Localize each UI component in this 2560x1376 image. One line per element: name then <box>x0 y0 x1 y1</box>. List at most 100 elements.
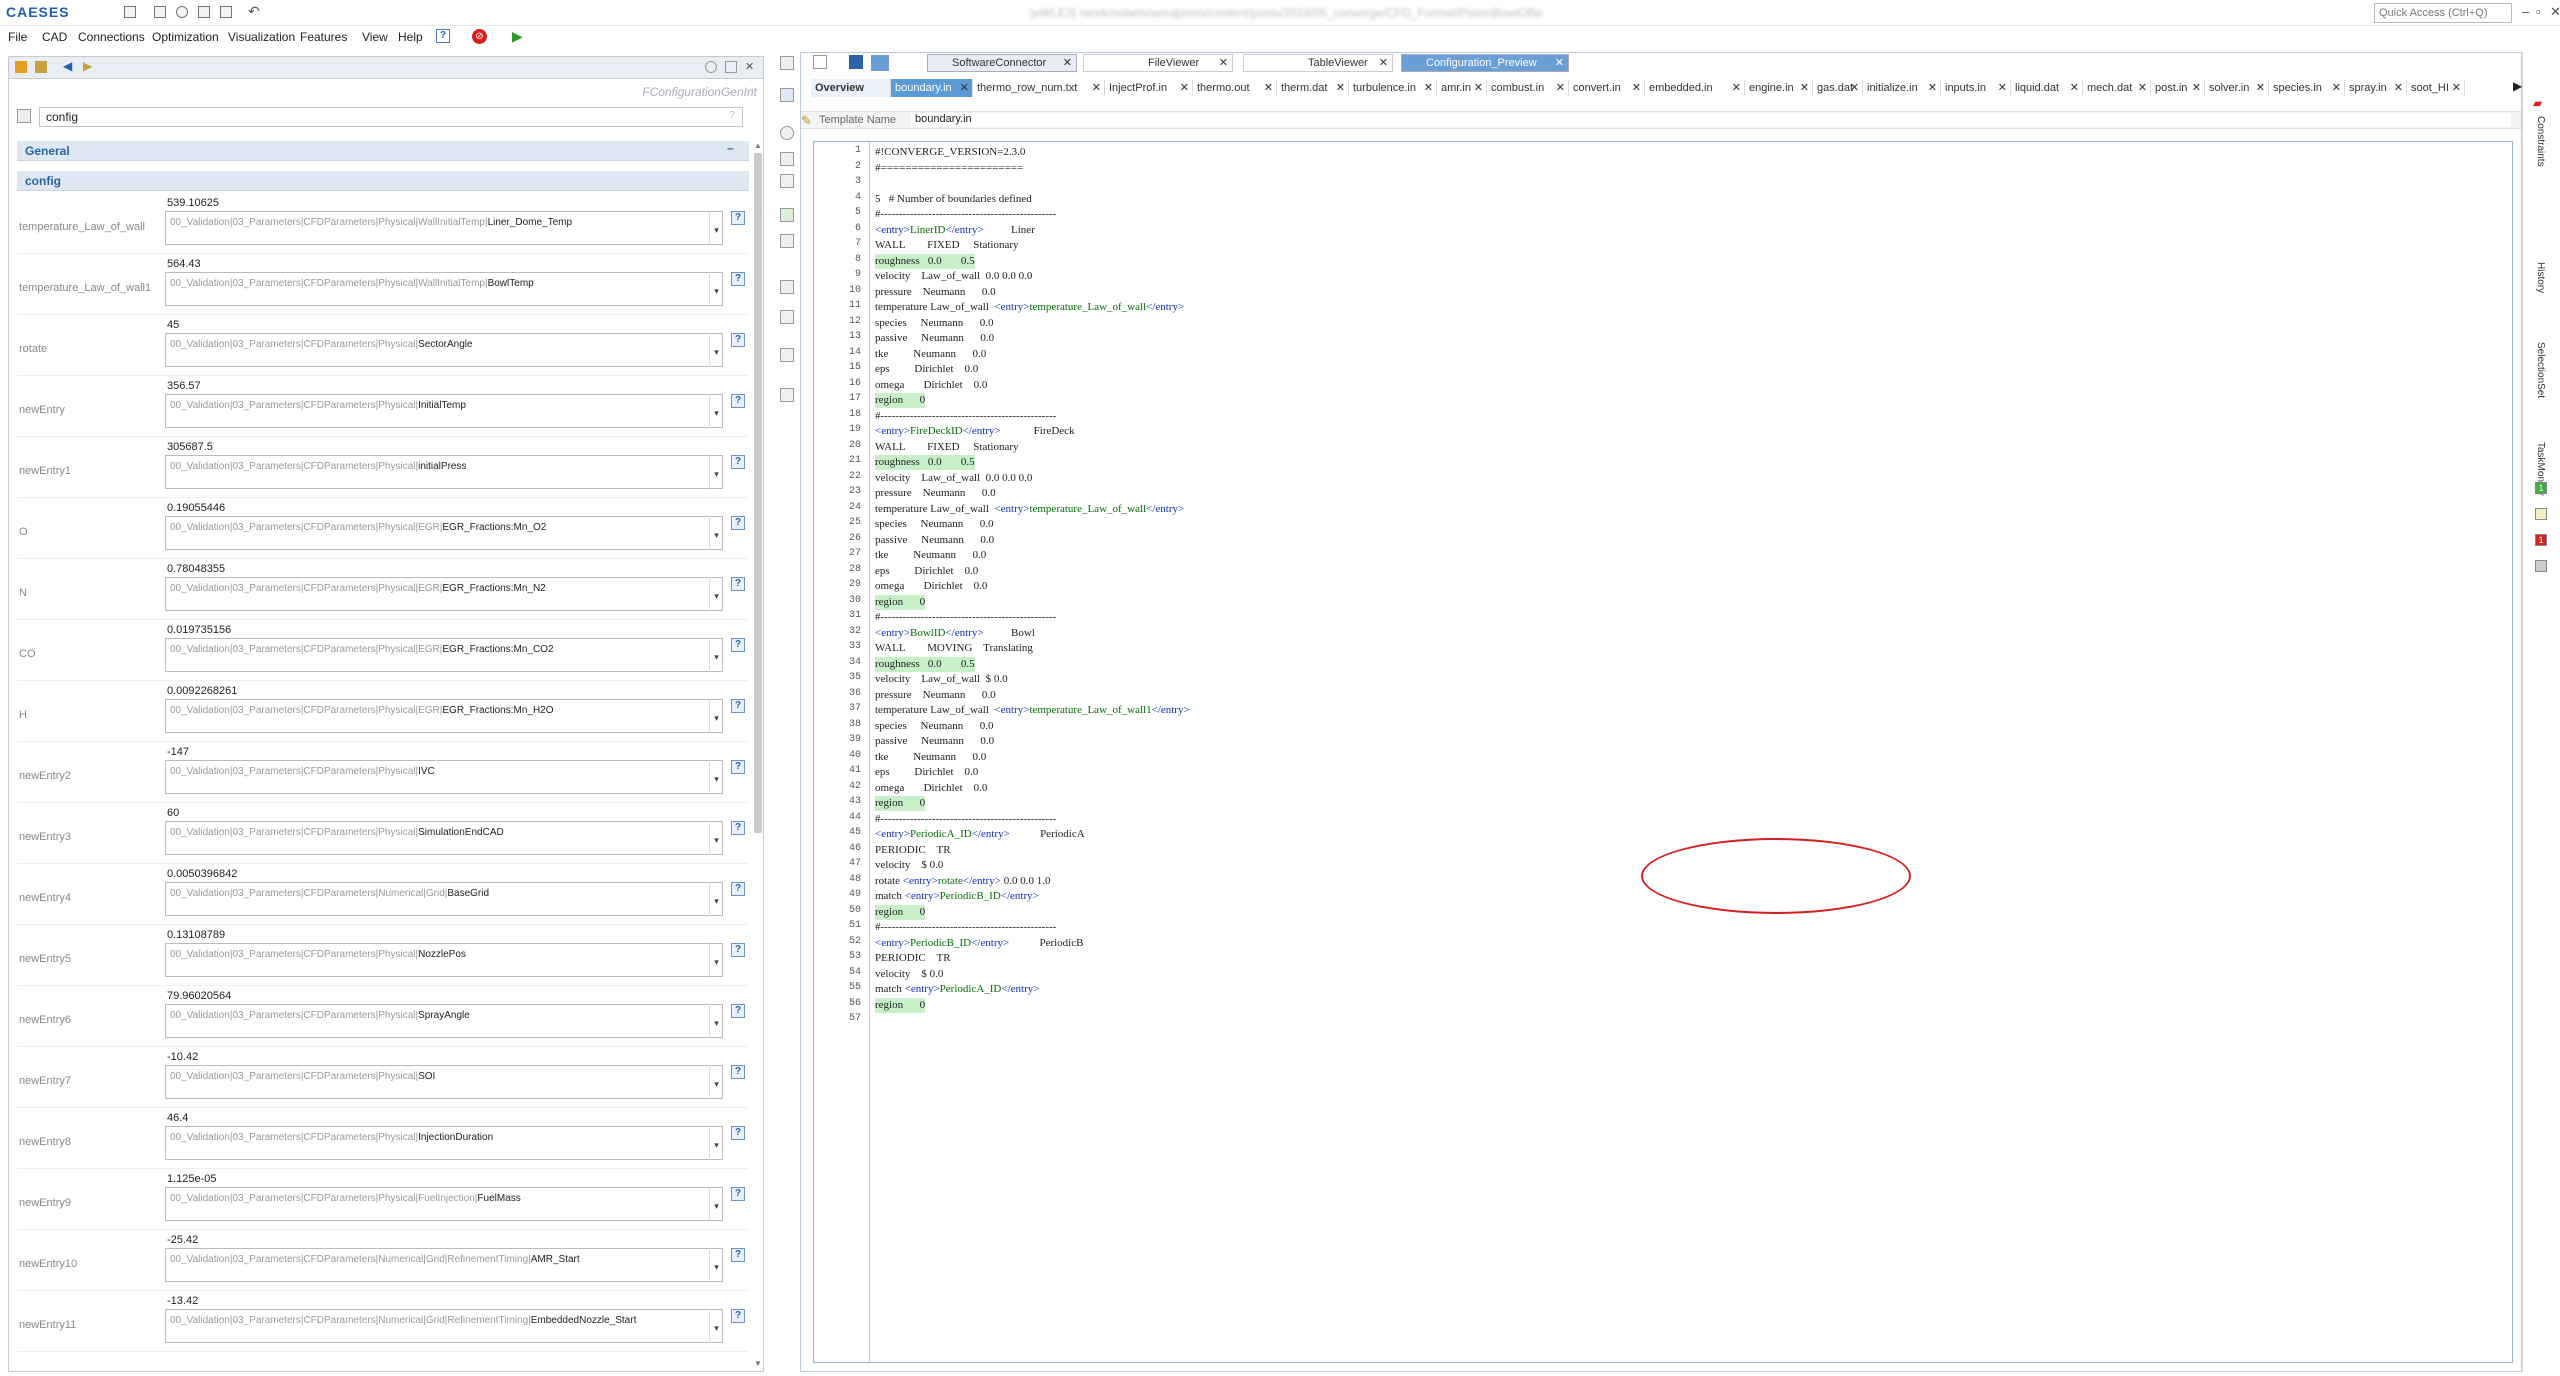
collapse-icon[interactable]: – <box>727 141 734 155</box>
minimize-icon[interactable]: – <box>2522 4 2529 19</box>
close-tab-icon[interactable]: ✕ <box>2070 79 2079 97</box>
run-icon[interactable]: ▶ <box>512 28 523 45</box>
parameter-expression-field[interactable]: 00_Validation|03_Parameters|CFDParameter… <box>165 943 723 977</box>
doc-tab[interactable]: solver.in ✕ <box>2205 79 2269 97</box>
forward-icon[interactable]: ▶ <box>83 59 92 73</box>
side-tab-constraints[interactable]: Constraints <box>2535 116 2546 167</box>
close-tab-icon[interactable]: ✕ <box>1180 79 1189 97</box>
parameter-expression-field[interactable]: 00_Validation|03_Parameters|CFDParameter… <box>165 882 723 916</box>
doc-tab[interactable]: boundary.in ✕ <box>891 79 973 97</box>
close-tab-icon[interactable]: ✕ <box>2332 79 2341 97</box>
field-help-icon[interactable]: ? <box>725 110 739 124</box>
section-general[interactable]: General <box>17 141 749 161</box>
chevron-down-icon[interactable]: ▾ <box>709 1248 723 1282</box>
parameter-expression-field[interactable]: 00_Validation|03_Parameters|CFDParameter… <box>165 638 723 672</box>
chevron-down-icon[interactable]: ▾ <box>709 882 723 916</box>
help-icon[interactable]: ? <box>731 1248 745 1262</box>
tabs-scroll-icon[interactable]: ▶ <box>2513 79 2522 93</box>
help-icon[interactable]: ? <box>731 1126 745 1140</box>
parameter-expression-field[interactable]: 00_Validation|03_Parameters|CFDParameter… <box>165 1309 723 1343</box>
doc-tab[interactable]: gas.dat ✕ <box>1813 79 1863 97</box>
status-info-icon[interactable] <box>2535 560 2547 572</box>
close-tab-icon[interactable]: ✕ <box>1732 79 1741 97</box>
close-tab-icon[interactable]: ✕ <box>1998 79 2007 97</box>
chevron-down-icon[interactable]: ▾ <box>709 699 723 733</box>
close-tab-icon[interactable]: ✕ <box>1424 79 1433 97</box>
surface-icon[interactable] <box>780 174 794 188</box>
close-tab-icon[interactable]: ✕ <box>2192 79 2201 97</box>
parameter-expression-field[interactable]: 00_Validation|03_Parameters|CFDParameter… <box>165 1187 723 1221</box>
doc-tab[interactable]: species.in ✕ <box>2269 79 2345 97</box>
doc-tab[interactable]: thermo_row_num.txt ✕ <box>973 79 1105 97</box>
pin-icon[interactable] <box>15 61 27 73</box>
restore-icon[interactable] <box>725 61 737 73</box>
chevron-down-icon[interactable]: ▾ <box>709 760 723 794</box>
status-warning-icon[interactable] <box>2535 508 2547 520</box>
close-tab-icon[interactable]: ✕ <box>2138 79 2147 97</box>
parameter-expression-field[interactable]: 00_Validation|03_Parameters|CFDParameter… <box>165 272 723 306</box>
help-icon[interactable]: ? <box>731 1187 745 1201</box>
chevron-down-icon[interactable]: ▾ <box>709 455 723 489</box>
help-icon[interactable]: ? <box>731 516 745 530</box>
curve-icon[interactable] <box>780 152 794 166</box>
chevron-down-icon[interactable]: ▾ <box>709 211 723 245</box>
parameter-expression-field[interactable]: 00_Validation|03_Parameters|CFDParameter… <box>165 699 723 733</box>
doc-tab[interactable]: soot_HI ✕ <box>2407 79 2465 97</box>
menu-help[interactable]: Help <box>398 30 423 44</box>
parameter-expression-field[interactable]: 00_Validation|03_Parameters|CFDParameter… <box>165 394 723 428</box>
help-icon[interactable]: ? <box>731 1309 745 1323</box>
close-panel-icon[interactable]: ✕ <box>745 60 754 73</box>
help-icon[interactable]: ? <box>731 760 745 774</box>
view-icon-1[interactable] <box>780 56 794 70</box>
doc-tab[interactable]: mech.dat ✕ <box>2083 79 2151 97</box>
help-icon[interactable]: ? <box>731 333 745 347</box>
chevron-down-icon[interactable]: ▾ <box>709 821 723 855</box>
doc-tab[interactable]: spray.in ✕ <box>2345 79 2407 97</box>
help-icon[interactable]: ? <box>731 1065 745 1079</box>
close-tab-icon[interactable]: ✕ <box>1928 79 1937 97</box>
parameter-expression-field[interactable]: 00_Validation|03_Parameters|CFDParameter… <box>165 1004 723 1038</box>
parameter-expression-field[interactable]: 00_Validation|03_Parameters|CFDParameter… <box>165 455 723 489</box>
measure-icon[interactable] <box>780 280 794 294</box>
close-tab-icon[interactable]: ✕ <box>1336 79 1345 97</box>
quick-access-input[interactable]: Quick Access (Ctrl+Q) <box>2374 3 2512 23</box>
doc-tab[interactable]: therm.dat ✕ <box>1277 79 1349 97</box>
undo-icon[interactable]: ↶ <box>248 3 260 20</box>
chevron-down-icon[interactable]: ▾ <box>709 943 723 977</box>
side-tab-history[interactable]: History <box>2535 262 2546 293</box>
status-ok-icon[interactable]: 1 <box>2535 482 2547 494</box>
close-icon[interactable]: ✕ <box>2550 4 2560 20</box>
doc-tab[interactable]: amr.in ✕ <box>1437 79 1487 97</box>
doc-tab[interactable]: thermo.out ✕ <box>1193 79 1277 97</box>
doc-tab[interactable]: Overview <box>811 79 891 97</box>
tool-icon[interactable] <box>780 388 794 402</box>
scrollbar[interactable] <box>754 153 762 833</box>
parameter-expression-field[interactable]: 00_Validation|03_Parameters|CFDParameter… <box>165 516 723 550</box>
template-name-input[interactable]: boundary.in <box>911 113 2511 127</box>
close-tab-icon[interactable]: ✕ <box>1474 79 1483 97</box>
save-icon[interactable] <box>198 6 210 18</box>
close-tab-icon[interactable]: ✕ <box>2256 79 2265 97</box>
object-name-field[interactable]: config <box>39 107 743 127</box>
doc-tab[interactable]: post.in ✕ <box>2151 79 2205 97</box>
ruler-icon[interactable] <box>780 348 794 362</box>
help-icon[interactable]: ? <box>731 394 745 408</box>
parameter-expression-field[interactable]: 00_Validation|03_Parameters|CFDParameter… <box>165 333 723 367</box>
parameter-expression-field[interactable]: 00_Validation|03_Parameters|CFDParameter… <box>165 1065 723 1099</box>
menu-features[interactable]: Features <box>300 30 347 44</box>
menu-file[interactable]: File <box>8 30 27 44</box>
point-icon[interactable] <box>780 126 794 140</box>
help-icon[interactable]: ? <box>731 638 745 652</box>
chevron-down-icon[interactable]: ▾ <box>709 1126 723 1160</box>
menu-optimization[interactable]: Optimization <box>152 30 219 44</box>
doc-tab[interactable]: turbulence.in ✕ <box>1349 79 1437 97</box>
close-tab-icon[interactable]: ✕ <box>2394 79 2403 97</box>
chevron-down-icon[interactable]: ▾ <box>709 333 723 367</box>
doc-tab[interactable]: convert.in ✕ <box>1569 79 1645 97</box>
help-icon[interactable]: ? <box>731 1004 745 1018</box>
help-icon[interactable]: ? <box>731 272 745 286</box>
save-all-icon[interactable] <box>220 6 232 18</box>
doc-tab[interactable]: initialize.in ✕ <box>1863 79 1941 97</box>
search-icon[interactable] <box>705 61 717 73</box>
mesh-icon[interactable] <box>780 234 794 248</box>
